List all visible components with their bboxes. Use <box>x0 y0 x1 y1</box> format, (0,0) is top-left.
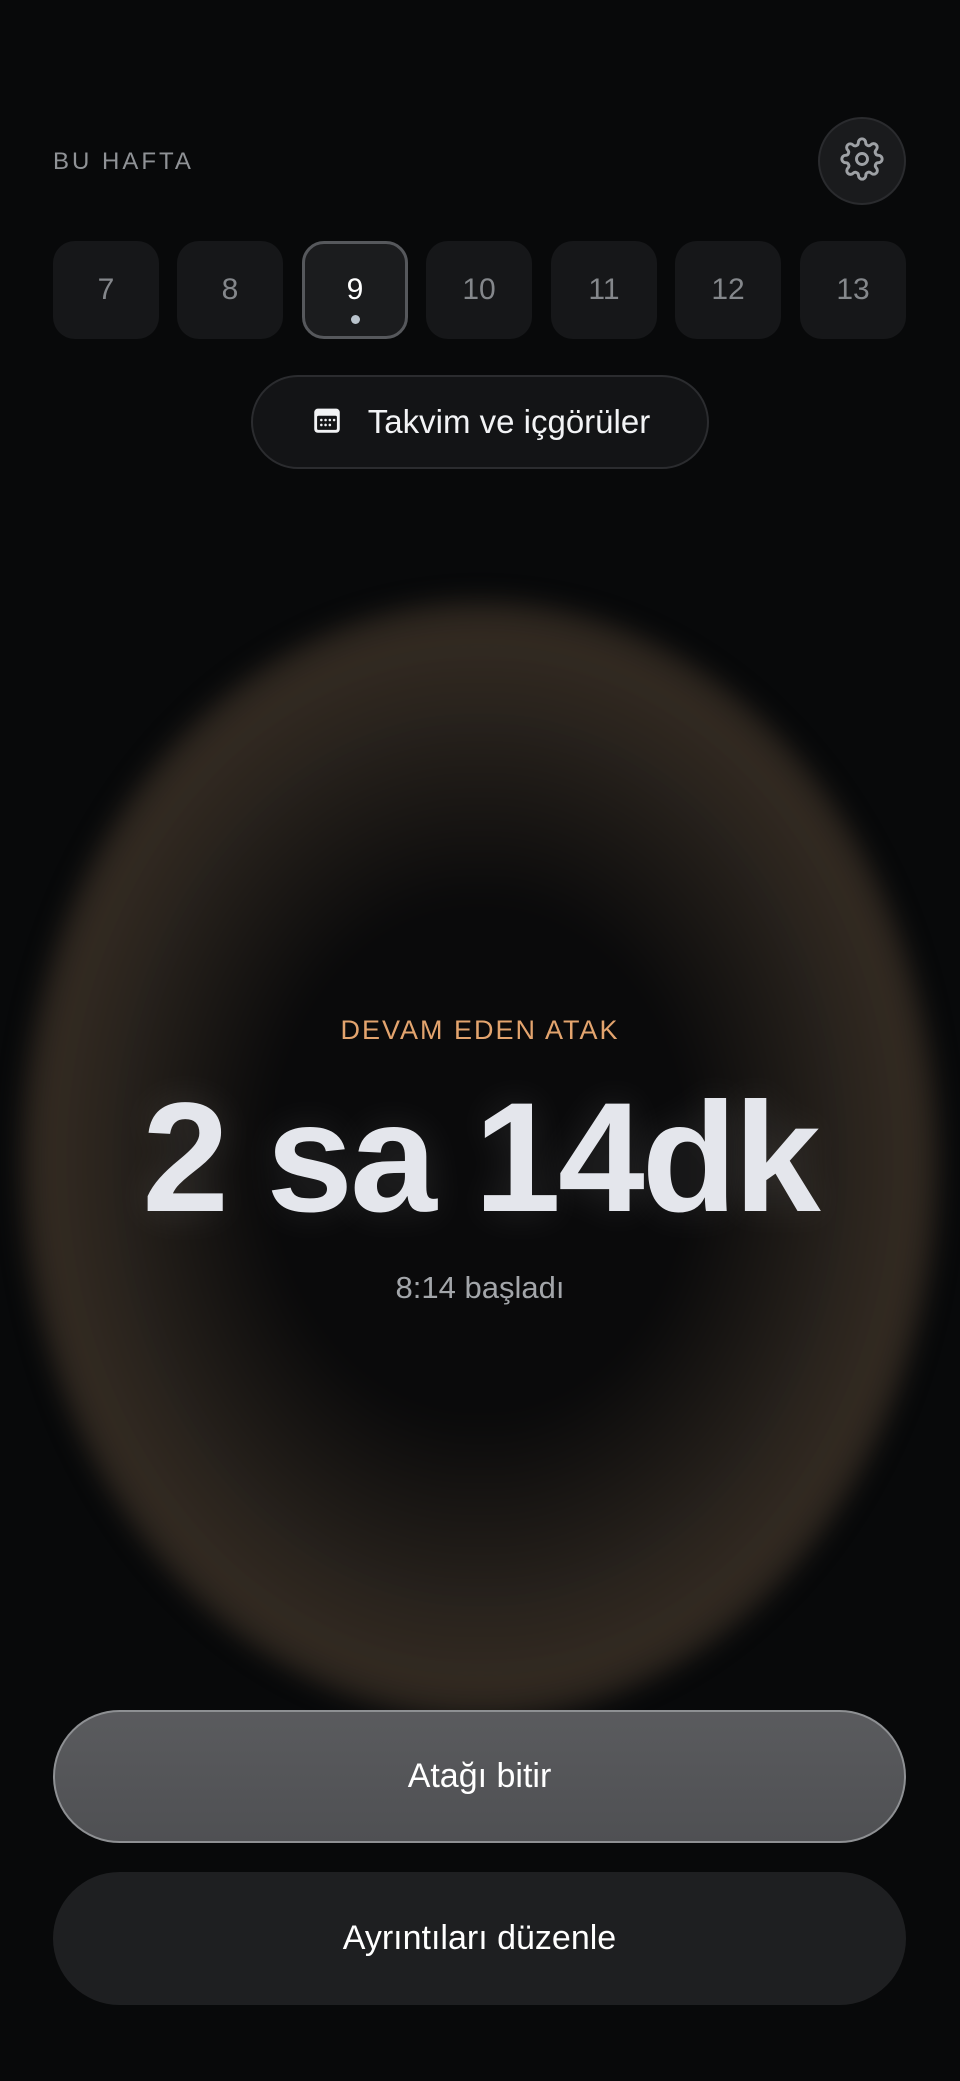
calendar-insights-label: Takvim ve içgörüler <box>367 403 651 440</box>
attack-duration: 2 sa 14dk <box>142 1071 821 1245</box>
end-attack-label: Atağı bitir <box>407 1757 552 1795</box>
day-number: 9 <box>346 273 364 306</box>
attack-status-label: DEVAM EDEN ATAK <box>340 1015 620 1045</box>
day-13[interactable]: 13 <box>800 241 906 339</box>
calendar-icon <box>310 403 344 442</box>
day-number: 7 <box>97 273 115 306</box>
gear-icon <box>840 136 884 186</box>
day-number: 10 <box>462 273 496 306</box>
day-number: 12 <box>711 273 745 306</box>
edit-details-button[interactable]: Ayrıntıları düzenle <box>53 1872 906 2005</box>
day-11[interactable]: 11 <box>551 241 657 339</box>
week-label: BU HAFTA <box>53 148 194 175</box>
day-9-selected[interactable]: 9 <box>302 241 408 339</box>
app-screen: BU HAFTA 7 8 9 10 11 12 13 Takvim ve içg… <box>0 0 960 2081</box>
attack-start-time: 8:14 başladı <box>395 1270 565 1305</box>
day-12[interactable]: 12 <box>675 241 781 339</box>
day-7[interactable]: 7 <box>53 241 159 339</box>
today-indicator-dot <box>350 315 360 324</box>
calendar-insights-button[interactable]: Takvim ve içgörüler <box>251 375 709 469</box>
day-number: 13 <box>836 273 870 306</box>
week-day-strip: 7 8 9 10 11 12 13 <box>53 241 906 339</box>
day-8[interactable]: 8 <box>177 241 283 339</box>
day-number: 8 <box>221 273 239 306</box>
settings-button[interactable] <box>818 117 906 205</box>
end-attack-button[interactable]: Atağı bitir <box>53 1710 906 1843</box>
edit-details-label: Ayrıntıları düzenle <box>342 1919 617 1957</box>
day-10[interactable]: 10 <box>426 241 532 339</box>
day-number: 11 <box>588 273 620 306</box>
